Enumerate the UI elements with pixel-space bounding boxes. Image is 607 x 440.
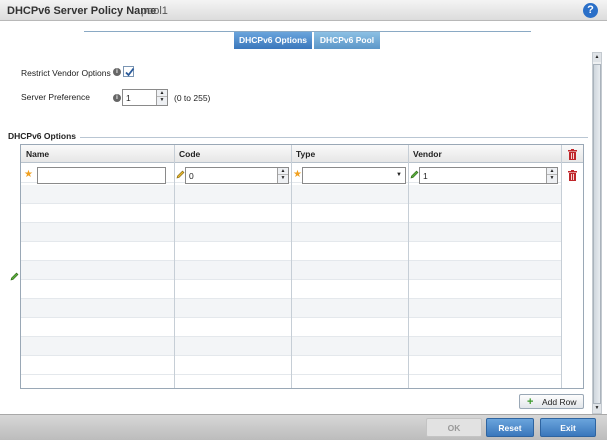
help-icon[interactable]: ? <box>583 3 598 18</box>
info-icon: i <box>113 68 121 76</box>
scroll-down-icon[interactable]: ▼ <box>593 404 601 413</box>
scrollbar-thumb[interactable] <box>593 64 601 404</box>
server-preference-stepper[interactable]: 1 ▲ ▼ <box>122 89 168 106</box>
exit-button[interactable]: Exit <box>540 418 596 437</box>
stepper-up-icon[interactable]: ▲ <box>547 168 557 175</box>
column-header-type[interactable]: Type <box>291 145 408 163</box>
required-star-icon: ★ <box>24 169 33 180</box>
stepper-down-icon[interactable]: ▼ <box>278 175 288 182</box>
stepper-up-icon[interactable]: ▲ <box>157 90 167 97</box>
group-divider <box>8 137 588 138</box>
reset-button[interactable]: Reset <box>486 418 534 437</box>
pencil-icon <box>10 272 19 281</box>
stepper-down-icon[interactable]: ▼ <box>547 175 557 182</box>
column-divider <box>174 145 175 388</box>
plus-icon: + <box>527 396 534 408</box>
info-icon: i <box>113 94 121 102</box>
tab-dhcpv6-options[interactable]: DHCPv6 Options <box>234 32 312 49</box>
option-code-stepper[interactable]: 0 ▲ ▼ <box>185 167 289 184</box>
option-type-select[interactable]: ▼ <box>302 167 406 184</box>
add-row-button[interactable]: + Add Row <box>519 394 584 409</box>
options-table: Name Code Type Vendor ★ 0 ▲ ▼ ★ ▼ 1 ▲ ▼ <box>20 144 584 389</box>
trash-icon[interactable] <box>568 149 577 160</box>
option-vendor-stepper[interactable]: 1 ▲ ▼ <box>419 167 558 184</box>
tab-dhcpv6-pool[interactable]: DHCPv6 Pool <box>314 32 380 49</box>
dhcpv6-options-group-title: DHCPv6 Options <box>8 131 81 141</box>
restrict-vendor-checkbox[interactable] <box>123 66 135 77</box>
column-divider <box>291 145 292 388</box>
column-header-delete <box>561 145 583 163</box>
trash-icon[interactable] <box>568 170 577 181</box>
server-preference-range: (0 to 255) <box>174 93 211 103</box>
restrict-vendor-label: Restrict Vendor Options <box>21 68 111 78</box>
dialog-title-label: DHCPv6 Server Policy Name <box>7 5 157 17</box>
column-divider <box>408 145 409 388</box>
required-star-icon: ★ <box>293 169 302 180</box>
ok-button[interactable]: OK <box>426 418 482 437</box>
chevron-down-icon: ▼ <box>396 172 402 178</box>
scroll-up-icon[interactable]: ▲ <box>593 53 601 62</box>
option-name-input[interactable] <box>37 167 166 184</box>
column-header-name[interactable]: Name <box>21 145 174 163</box>
column-header-code[interactable]: Code <box>174 145 291 163</box>
vertical-scrollbar[interactable]: ▲ ▼ <box>592 52 602 414</box>
dialog-title-value: pool1 <box>141 5 168 17</box>
pencil-icon <box>410 170 419 179</box>
option-vendor-value: 1 <box>423 171 428 181</box>
column-divider <box>561 145 562 388</box>
add-row-label: Add Row <box>542 397 577 407</box>
server-preference-label: Server Preference <box>21 92 90 102</box>
stepper-down-icon[interactable]: ▼ <box>157 97 167 104</box>
column-header-vendor[interactable]: Vendor <box>408 145 561 163</box>
stepper-up-icon[interactable]: ▲ <box>278 168 288 175</box>
checkmark-icon <box>125 67 135 77</box>
server-preference-value: 1 <box>126 93 131 103</box>
pencil-icon <box>176 170 185 179</box>
option-code-value: 0 <box>189 171 194 181</box>
